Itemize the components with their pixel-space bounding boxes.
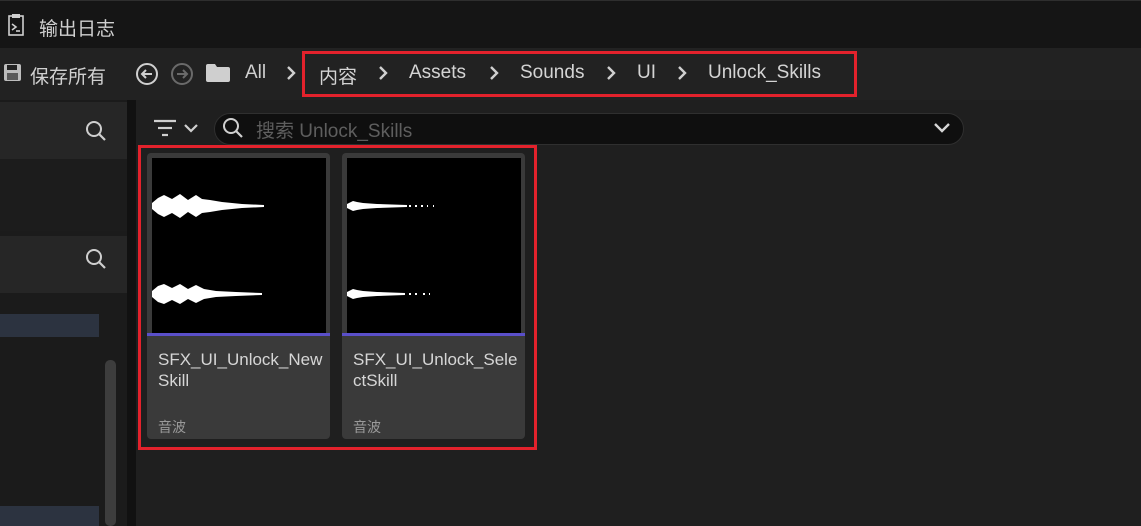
chevron-right-icon [379,66,388,80]
chevron-down-icon[interactable] [932,120,952,136]
selected-tree-row[interactable] [0,314,99,337]
breadcrumb-item-sounds[interactable]: Sounds [520,62,584,84]
output-log-tab-label[interactable]: 输出日志 [39,14,115,41]
search-icon [223,118,243,138]
breadcrumb-item-ui[interactable]: UI [637,62,656,84]
breadcrumb-item-assets[interactable]: Assets [409,62,466,84]
forward-arrow-icon[interactable] [170,62,194,86]
chevron-right-icon [607,66,616,80]
search-icon[interactable] [84,119,108,143]
chevron-right-icon [287,66,296,80]
filter-icon[interactable] [152,117,202,139]
back-arrow-icon[interactable] [135,62,159,86]
save-all-button[interactable]: 保存所有 [30,62,106,89]
output-log-tab-bar [0,0,1141,48]
chevron-right-icon [678,66,687,80]
output-log-icon [8,14,24,36]
tree-row[interactable] [0,506,99,526]
search-icon[interactable] [84,247,108,271]
panel-splitter[interactable] [127,100,136,526]
search-placeholder: 搜索 Unlock_Skills [256,121,413,142]
breadcrumb-all[interactable]: All [245,62,266,84]
breadcrumb-item-content[interactable]: 内容 [319,62,357,89]
chevron-right-icon [490,66,499,80]
save-icon [4,64,21,81]
folder-icon [206,64,230,82]
left-panel-scrollbar[interactable] [105,360,116,526]
breadcrumb-item-unlock-skills[interactable]: Unlock_Skills [708,62,821,84]
folders-tree [0,159,127,231]
assets-highlight-box [138,145,537,450]
